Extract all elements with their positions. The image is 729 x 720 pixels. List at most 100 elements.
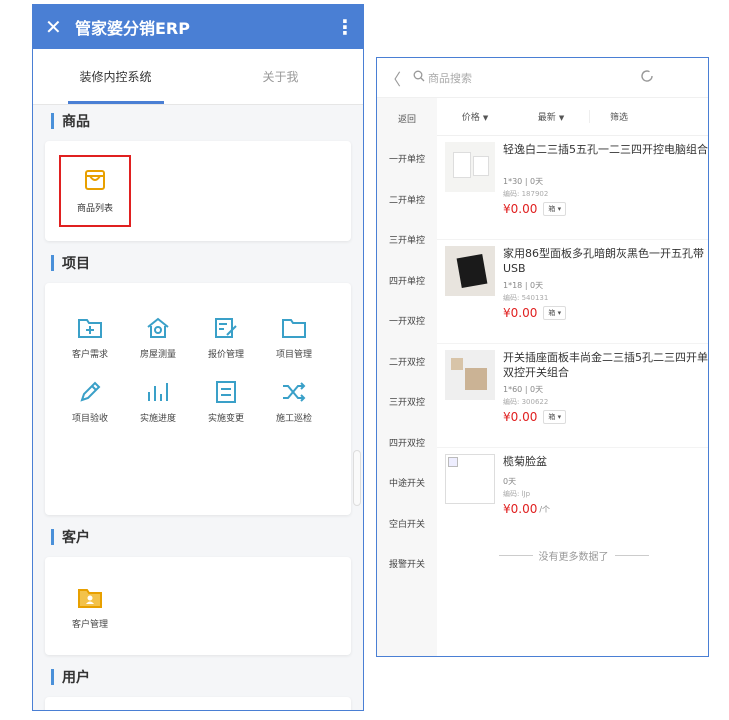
folder-plus-icon [76, 314, 104, 342]
grid-item-project-manage[interactable]: 项目管理 [261, 305, 327, 369]
search-bar: 〈 商品搜索 [377, 58, 708, 98]
app-header: ✕ 管家婆分销ERP ⋮ [33, 5, 363, 49]
right-phone-screen: 〈 商品搜索 返回 一开单控 二开单控 三开单控 四开单控 一开双控 二开双控 … [376, 57, 709, 657]
product-list: 轻逸白二三插5五孔一二三四开控电脑组合 1*30 | 0天 编码: 187902… [437, 136, 708, 552]
no-more-data: 没有更多数据了 [437, 548, 708, 563]
product-name: 榄菊脸盆 [503, 455, 547, 468]
grid-item-label: 报价管理 [207, 350, 244, 360]
sort-bar: 价格 ▼ 最新 ▼ 筛选 [437, 98, 708, 136]
search-placeholder: 商品搜索 [428, 71, 472, 85]
back-icon[interactable]: 〈 [385, 66, 405, 90]
category-item[interactable]: 一开单控 [377, 139, 437, 180]
unit-select[interactable]: 箱 ▾ [543, 410, 567, 424]
category-item-back[interactable]: 返回 [377, 98, 437, 139]
home-indicator [153, 710, 263, 711]
product-price: ¥0.00 [503, 202, 538, 216]
category-item[interactable]: 空白开关 [377, 503, 437, 544]
grid-item-label: 客户管理 [71, 620, 108, 630]
grid-item-label: 实施变更 [207, 414, 244, 424]
more-menu-icon[interactable]: ⋮ [335, 15, 355, 39]
customer-card: 客户管理 [45, 557, 351, 655]
goods-card: 商品列表 [45, 141, 351, 241]
grid-item-inspection[interactable]: 施工巡检 [261, 369, 327, 433]
category-item[interactable]: 报警开关 [377, 544, 437, 585]
product-name: 开关插座面板丰尚金二三插5孔二三四开单双控开关组合 [503, 351, 708, 379]
product-item[interactable]: 榄菊脸盆 0天 编码: lJp ¥0.00 /个 [437, 448, 708, 552]
product-item[interactable]: 家用86型面板多孔暗朗灰黑色一开五孔带USB 1*18 | 0天 编码: 540… [437, 240, 708, 344]
section-label: 商品 [62, 114, 90, 130]
product-unit: /个 [539, 504, 551, 514]
shuffle-icon [280, 378, 308, 406]
section-label: 客户 [62, 530, 90, 546]
product-spec: 1*60 | 0天 [503, 385, 544, 394]
app-title: 管家婆分销ERP [75, 19, 190, 38]
product-name: 家用86型面板多孔暗朗灰黑色一开五孔带USB [503, 247, 704, 275]
note-icon [212, 378, 240, 406]
grid-item-customer-needs[interactable]: 客户需求 [57, 305, 123, 369]
left-phone-screen: ✕ 管家婆分销ERP ⋮ 装修内控系统 关于我 商品 商品列表 项目 客户需求 … [32, 4, 364, 711]
category-item[interactable]: 三开双控 [377, 382, 437, 423]
contact-card-icon [76, 584, 104, 612]
caret-down-icon: ▼ [558, 114, 565, 122]
product-code: 编码: 300622 [503, 398, 549, 406]
search-input[interactable]: 商品搜索 [405, 65, 640, 91]
filter-button[interactable]: 筛选 [589, 110, 629, 123]
close-icon[interactable]: ✕ [45, 15, 69, 39]
product-price: ¥0.00 [503, 306, 538, 320]
category-item[interactable]: 四开双控 [377, 422, 437, 463]
grid-item-label: 项目管理 [275, 350, 312, 360]
product-code: 编码: 540131 [503, 294, 549, 302]
shopping-bag-icon [83, 168, 107, 196]
product-item[interactable]: 轻逸白二三插5五孔一二三四开控电脑组合 1*30 | 0天 编码: 187902… [437, 136, 708, 240]
section-label: 项目 [62, 256, 90, 272]
sort-newest-button[interactable]: 最新 ▼ [513, 110, 589, 123]
project-card: 客户需求 房屋测量 报价管理 项目管理 项目验收 实施进度 实施变更 施工巡检 [45, 283, 351, 515]
side-drawer-handle[interactable] [353, 450, 361, 506]
grid-item-customer-manage[interactable]: 客户管理 [57, 575, 123, 639]
grid-item-progress[interactable]: 实施进度 [125, 369, 191, 433]
section-label: 用户 [62, 670, 90, 686]
grid-item-label: 房屋测量 [139, 350, 176, 360]
grid-item-label: 实施进度 [139, 414, 176, 424]
category-item[interactable]: 二开单控 [377, 179, 437, 220]
product-code: 编码: lJp [503, 490, 531, 498]
goods-list-item[interactable]: 商品列表 [59, 155, 131, 227]
product-spec: 1*30 | 0天 [503, 177, 544, 186]
category-item[interactable]: 二开双控 [377, 341, 437, 382]
search-icon [413, 70, 425, 86]
folder-icon [280, 314, 308, 342]
grid-item-label: 施工巡检 [275, 414, 312, 424]
product-price: ¥0.00 [503, 502, 538, 516]
grid-item-label: 项目验收 [71, 414, 108, 424]
user-card [45, 697, 351, 711]
goods-list-label: 商品列表 [76, 204, 113, 214]
unit-select[interactable]: 箱 ▾ [543, 306, 567, 320]
tab-bar: 装修内控系统 关于我 [33, 49, 363, 105]
grid-item-house-measure[interactable]: 房屋测量 [125, 305, 191, 369]
category-item[interactable]: 四开单控 [377, 260, 437, 301]
grid-item-project-accept[interactable]: 项目验收 [57, 369, 123, 433]
product-spec: 1*18 | 0天 [503, 281, 544, 290]
grid-item-change[interactable]: 实施变更 [193, 369, 259, 433]
tab-about-me[interactable]: 关于我 [198, 49, 363, 104]
edit-document-icon [212, 314, 240, 342]
unit-select[interactable]: 箱 ▾ [543, 202, 567, 216]
product-thumbnail [445, 142, 495, 192]
loading-icon [640, 69, 654, 87]
category-item[interactable]: 一开双控 [377, 301, 437, 342]
product-name: 轻逸白二三插5五孔一二三四开控电脑组合 [503, 143, 708, 156]
category-item[interactable]: 三开单控 [377, 220, 437, 261]
product-item[interactable]: 开关插座面板丰尚金二三插5孔二三四开单双控开关组合 1*60 | 0天 编码: … [437, 344, 708, 448]
category-sidebar: 返回 一开单控 二开单控 三开单控 四开单控 一开双控 二开双控 三开双控 四开… [377, 98, 437, 656]
house-icon [144, 314, 172, 342]
grid-item-quote-manage[interactable]: 报价管理 [193, 305, 259, 369]
bar-chart-icon [144, 378, 172, 406]
tab-decoration-system[interactable]: 装修内控系统 [33, 49, 198, 104]
product-price: ¥0.00 [503, 410, 538, 424]
sort-price-button[interactable]: 价格 ▼ [437, 110, 513, 123]
product-thumbnail [445, 246, 495, 296]
product-spec: 0天 [503, 477, 517, 486]
category-item[interactable]: 中途开关 [377, 463, 437, 504]
section-title-customer: 客户 [33, 521, 363, 553]
section-title-goods: 商品 [33, 105, 363, 137]
